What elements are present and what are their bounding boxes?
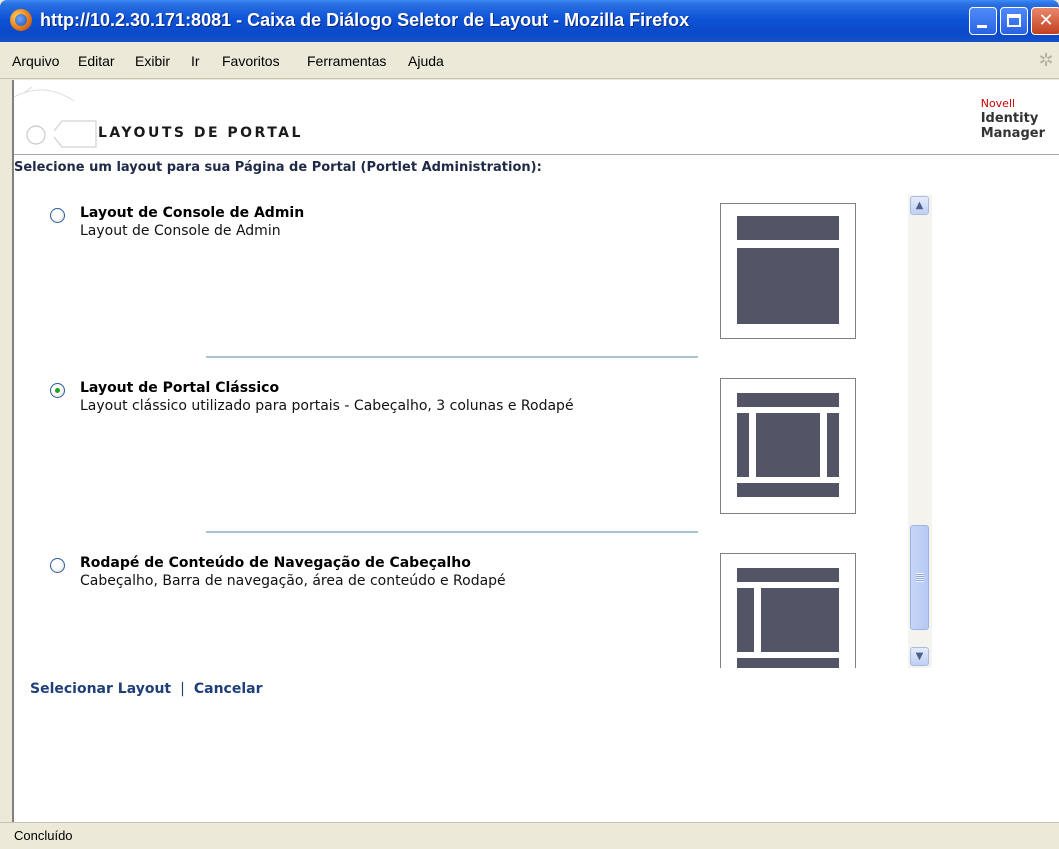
page-content: LAYOUTS DE PORTAL Novell Identity Manage…	[12, 80, 1059, 822]
menu-ferramentas[interactable]: Ferramentas	[307, 53, 386, 69]
thumb-header-block	[737, 393, 839, 407]
menu-favoritos[interactable]: Favoritos	[222, 53, 280, 69]
layout-description: Cabeçalho, Barra de navegação, área de c…	[80, 573, 506, 589]
brand-manager: Manager	[980, 126, 1045, 141]
status-bar: Concluído	[0, 822, 1059, 849]
vertical-scrollbar[interactable]: ▲ ▼	[908, 195, 932, 668]
thumb-center-column-block	[756, 413, 820, 477]
minimize-icon	[977, 25, 987, 28]
option-divider	[206, 356, 698, 358]
radio-classic-portal[interactable]	[50, 383, 65, 398]
radio-header-nav-content-footer[interactable]	[50, 558, 65, 573]
layout-description: Layout de Console de Admin	[80, 223, 281, 239]
close-button[interactable]: ✕	[1031, 7, 1059, 35]
thumb-nav-block	[737, 588, 754, 652]
brand-identity: Identity	[980, 111, 1039, 126]
chevron-down-icon: ▼	[915, 651, 924, 662]
window-title: http://10.2.30.171:8081 - Caixa de Diálo…	[40, 10, 690, 30]
thumb-content-block	[761, 588, 839, 652]
layout-list[interactable]: Layout de Console de Admin Layout de Con…	[14, 195, 934, 668]
scroll-thumb[interactable]	[910, 525, 929, 630]
title-bar[interactable]: http://10.2.30.171:8081 - Caixa de Diálo…	[0, 0, 1059, 42]
layout-title: Layout de Console de Admin	[80, 205, 305, 221]
layout-title: Rodapé de Conteúdo de Navegação de Cabeç…	[80, 555, 471, 571]
layout-thumbnail-header-nav-content-footer[interactable]	[720, 553, 856, 668]
layout-option-header-nav-content-footer[interactable]: Rodapé de Conteúdo de Navegação de Cabeç…	[14, 545, 914, 668]
novell-logo: Novell Identity Manager	[981, 96, 1045, 141]
portal-banner: LAYOUTS DE PORTAL Novell Identity Manage…	[14, 87, 1059, 155]
throbber-icon: ✲	[1038, 50, 1054, 71]
layout-option-admin-console[interactable]: Layout de Console de Admin Layout de Con…	[14, 195, 914, 355]
thumb-right-column-block	[827, 413, 839, 477]
menu-bar: Arquivo Editar Exibir Ir Favoritos Ferra…	[0, 42, 1059, 79]
layout-thumbnail-classic-portal[interactable]	[720, 378, 856, 514]
grip-icon	[916, 573, 924, 582]
minimize-button[interactable]	[969, 7, 997, 35]
firefox-icon	[10, 9, 32, 31]
brand-novell: Novell	[980, 97, 1016, 110]
layout-thumbnail-admin-console[interactable]	[720, 203, 856, 339]
layout-option-classic-portal[interactable]: Layout de Portal Clássico Layout clássic…	[14, 370, 914, 530]
scroll-up-button[interactable]: ▲	[910, 196, 929, 215]
option-divider	[206, 531, 698, 533]
cancel-link[interactable]: Cancelar	[194, 681, 263, 697]
menu-editar[interactable]: Editar	[78, 53, 115, 69]
thumb-header-block	[737, 216, 839, 240]
maximize-icon	[1007, 14, 1021, 27]
action-links: Selecionar Layout | Cancelar	[30, 681, 262, 697]
close-icon: ✕	[1038, 10, 1054, 31]
layout-title: Layout de Portal Clássico	[80, 380, 280, 396]
menu-ajuda[interactable]: Ajuda	[408, 53, 444, 69]
menu-exibir[interactable]: Exibir	[135, 53, 170, 69]
action-separator: |	[180, 681, 185, 697]
menu-ir[interactable]: Ir	[191, 53, 200, 69]
layout-description: Layout clássico utilizado para portais -…	[80, 398, 574, 414]
thumb-left-column-block	[737, 413, 749, 477]
status-text: Concluído	[14, 828, 73, 843]
menu-arquivo[interactable]: Arquivo	[12, 53, 59, 69]
instruction-text: Selecione um layout para sua Página de P…	[14, 160, 542, 175]
scroll-down-button[interactable]: ▼	[910, 647, 929, 666]
thumb-content-block	[737, 248, 839, 324]
thumb-footer-block	[737, 483, 839, 497]
thumb-footer-block	[737, 658, 839, 668]
maximize-button[interactable]	[1000, 7, 1028, 35]
banner-swirl-graphic	[14, 87, 97, 148]
chevron-up-icon: ▲	[915, 200, 924, 211]
browser-window: http://10.2.30.171:8081 - Caixa de Diálo…	[0, 0, 1059, 849]
thumb-header-block	[737, 568, 839, 582]
select-layout-link[interactable]: Selecionar Layout	[30, 681, 171, 697]
banner-title: LAYOUTS DE PORTAL	[98, 125, 303, 141]
radio-admin-console[interactable]	[50, 208, 65, 223]
